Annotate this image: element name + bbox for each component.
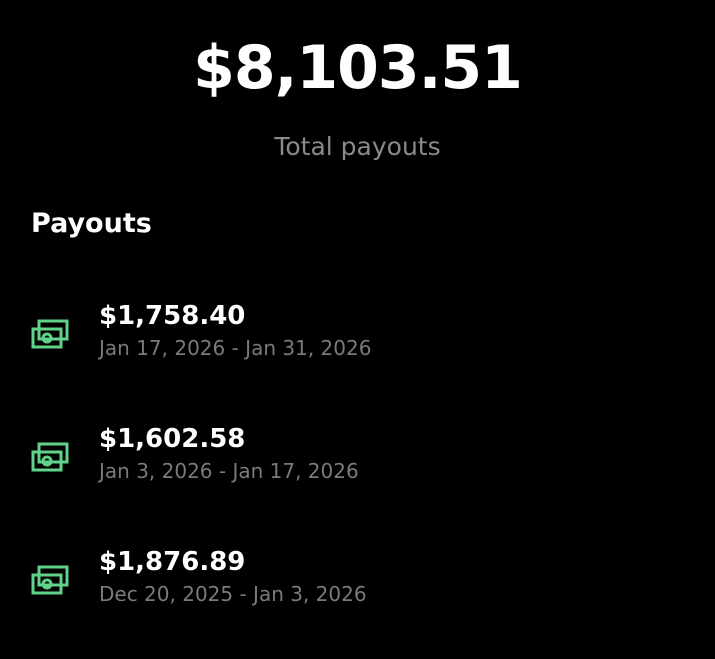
payouts-section-title: Payouts	[31, 208, 152, 239]
payout-list: $1,758.40 Jan 17, 2026 - Jan 31, 2026 $1…	[0, 290, 715, 659]
money-icon	[30, 441, 70, 473]
payout-date-range: Jan 3, 2026 - Jan 17, 2026	[99, 459, 359, 483]
payout-list-item[interactable]: $1,602.58 Jan 3, 2026 - Jan 17, 2026	[0, 413, 715, 536]
payout-list-item[interactable]: $1,876.89 Dec 20, 2025 - Jan 3, 2026	[0, 536, 715, 659]
payout-date-range: Jan 17, 2026 - Jan 31, 2026	[99, 336, 372, 360]
payout-amount: $1,602.58	[99, 424, 246, 454]
total-payout-label: Total payouts	[274, 132, 441, 161]
total-payout-amount: $8,103.51	[193, 33, 523, 103]
payout-amount: $1,758.40	[99, 301, 246, 331]
payout-date-range: Dec 20, 2025 - Jan 3, 2026	[99, 582, 367, 606]
payout-amount: $1,876.89	[99, 547, 246, 577]
money-icon	[30, 318, 70, 350]
money-icon	[30, 564, 70, 596]
payout-list-item[interactable]: $1,758.40 Jan 17, 2026 - Jan 31, 2026	[0, 290, 715, 413]
